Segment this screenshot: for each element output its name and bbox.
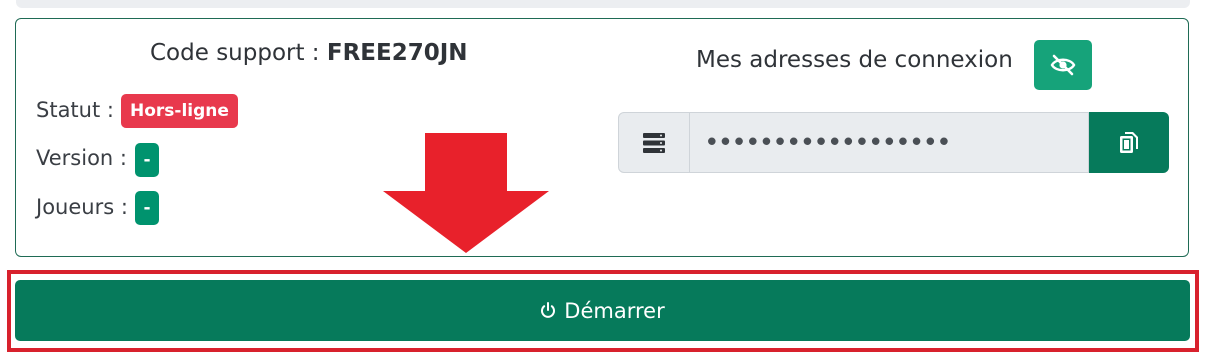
start-button[interactable]: Démarrer	[15, 280, 1190, 341]
players-badge: -	[135, 191, 159, 225]
copy-address-button[interactable]	[1089, 112, 1169, 173]
copy-icon	[1120, 131, 1138, 153]
status-label: Statut :	[36, 98, 114, 122]
support-code-value: FREE270JN	[326, 40, 468, 66]
players-label: Joueurs :	[36, 195, 128, 219]
version-label: Version :	[36, 146, 127, 170]
down-arrow-annotation	[383, 133, 549, 253]
support-code-label: Code support :	[150, 40, 327, 66]
power-icon	[541, 302, 556, 318]
version-badge: -	[135, 143, 159, 177]
start-button-label: Démarrer	[564, 298, 665, 323]
server-icon-addon	[618, 112, 690, 173]
connection-address-group	[618, 112, 1169, 173]
connection-address-field[interactable]	[690, 112, 1089, 173]
server-icon	[643, 132, 665, 153]
toggle-visibility-button[interactable]	[1034, 40, 1092, 90]
top-panel-edge	[16, 0, 1190, 8]
status-badge: Hors-ligne	[121, 94, 238, 128]
support-code: Code support : FREE270JN	[150, 40, 468, 66]
connection-addresses-title: Mes adresses de connexion	[696, 47, 1013, 73]
eye-slash-icon	[1050, 54, 1076, 76]
